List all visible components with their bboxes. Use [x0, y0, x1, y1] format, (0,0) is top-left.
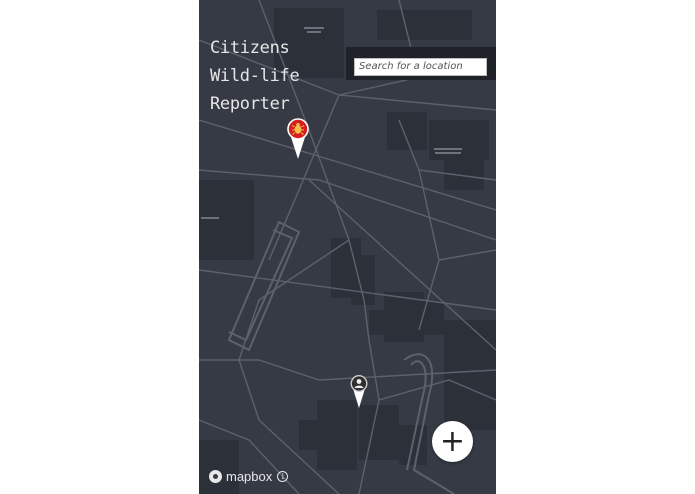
user-location-marker[interactable]	[350, 375, 368, 409]
app-screen: Citizens Wild-life Reporter Search for a…	[199, 0, 496, 494]
wildlife-report-marker[interactable]	[287, 118, 309, 160]
search-panel	[346, 47, 496, 80]
app-title-line: Citizens	[210, 38, 290, 58]
add-report-button[interactable]: +	[432, 421, 473, 462]
plus-icon: +	[439, 423, 466, 459]
attribution-text: mapbox	[226, 469, 273, 484]
search-input[interactable]	[354, 57, 487, 76]
mapbox-logo-icon	[209, 470, 222, 483]
info-icon[interactable]: i	[277, 471, 289, 482]
app-title-line: Wild-life	[210, 66, 300, 86]
app-title-line: Reporter	[210, 94, 290, 114]
mapbox-attribution[interactable]: mapbox i	[209, 469, 289, 484]
app-title: Citizens Wild-life Reporter	[210, 34, 300, 118]
